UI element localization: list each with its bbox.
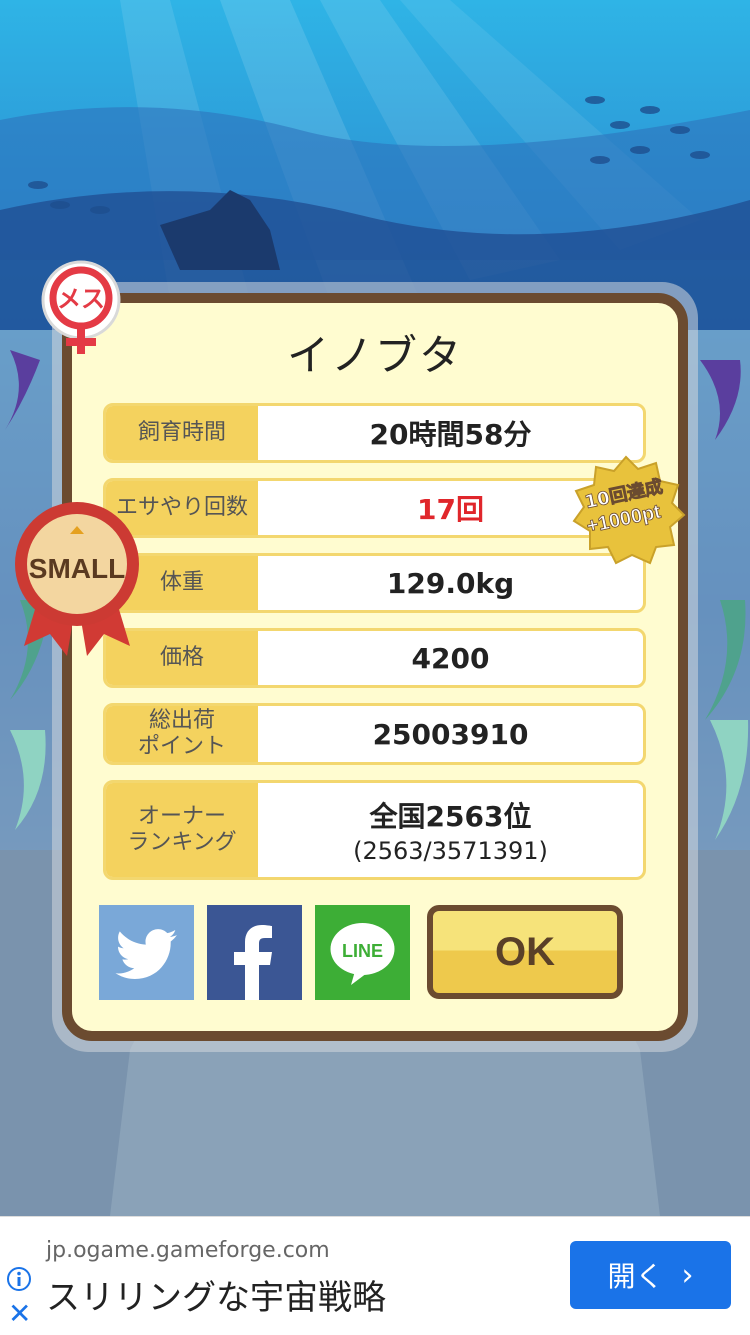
stat-label: オーナー ランキング [106,783,258,877]
stat-value-group: 全国2563位 (2563/3571391) [258,783,643,877]
twitter-share-button[interactable] [99,905,194,1000]
ok-button[interactable]: OK [427,905,623,999]
stat-row-weight: 体重 129.0kg [103,553,646,613]
stat-row-price: 価格 4200 [103,628,646,688]
female-icon: メス [36,260,126,360]
close-icon[interactable]: ✕ [8,1300,31,1328]
stat-value: 20時間58分 [369,418,532,451]
ad-url: jp.ogame.gameforge.com [46,1238,330,1263]
ribbon-icon: SMALL [12,496,142,666]
stat-label: 総出荷 ポイント [106,706,258,762]
stat-row-total-points: 総出荷 ポイント 25003910 [103,703,646,765]
stat-label: 飼育時間 [106,406,258,460]
stat-row-owner-ranking: オーナー ランキング 全国2563位 (2563/3571391) [103,780,646,880]
facebook-share-button[interactable] [207,905,302,1000]
stat-row-care-time: 飼育時間 20時間58分 [103,403,646,463]
size-label: SMALL [29,553,125,584]
line-share-button[interactable]: LINE [315,905,410,1000]
ranking-value: 全国2563位 [369,800,532,833]
info-icon[interactable] [6,1266,32,1292]
line-icon-label: LINE [342,941,383,961]
chevron-right-icon: › [681,1257,694,1293]
stat-value: 25003910 [372,717,529,751]
ad-title[interactable]: スリリングな宇宙戦略 [46,1270,386,1319]
gender-label: メス [57,285,105,313]
facebook-icon [234,925,272,1000]
stat-value: 4200 [411,641,490,675]
ranking-detail: (2563/3571391) [353,837,548,865]
twitter-icon [115,929,177,979]
bonus-badge: 10回達成 +1000pt [566,455,686,565]
ad-open-button[interactable]: 開く › [570,1241,731,1309]
line-icon: LINE [330,923,395,985]
ad-open-label: 開く [607,1260,664,1293]
stat-row-feed-count: エサやり回数 17回 [103,478,646,538]
